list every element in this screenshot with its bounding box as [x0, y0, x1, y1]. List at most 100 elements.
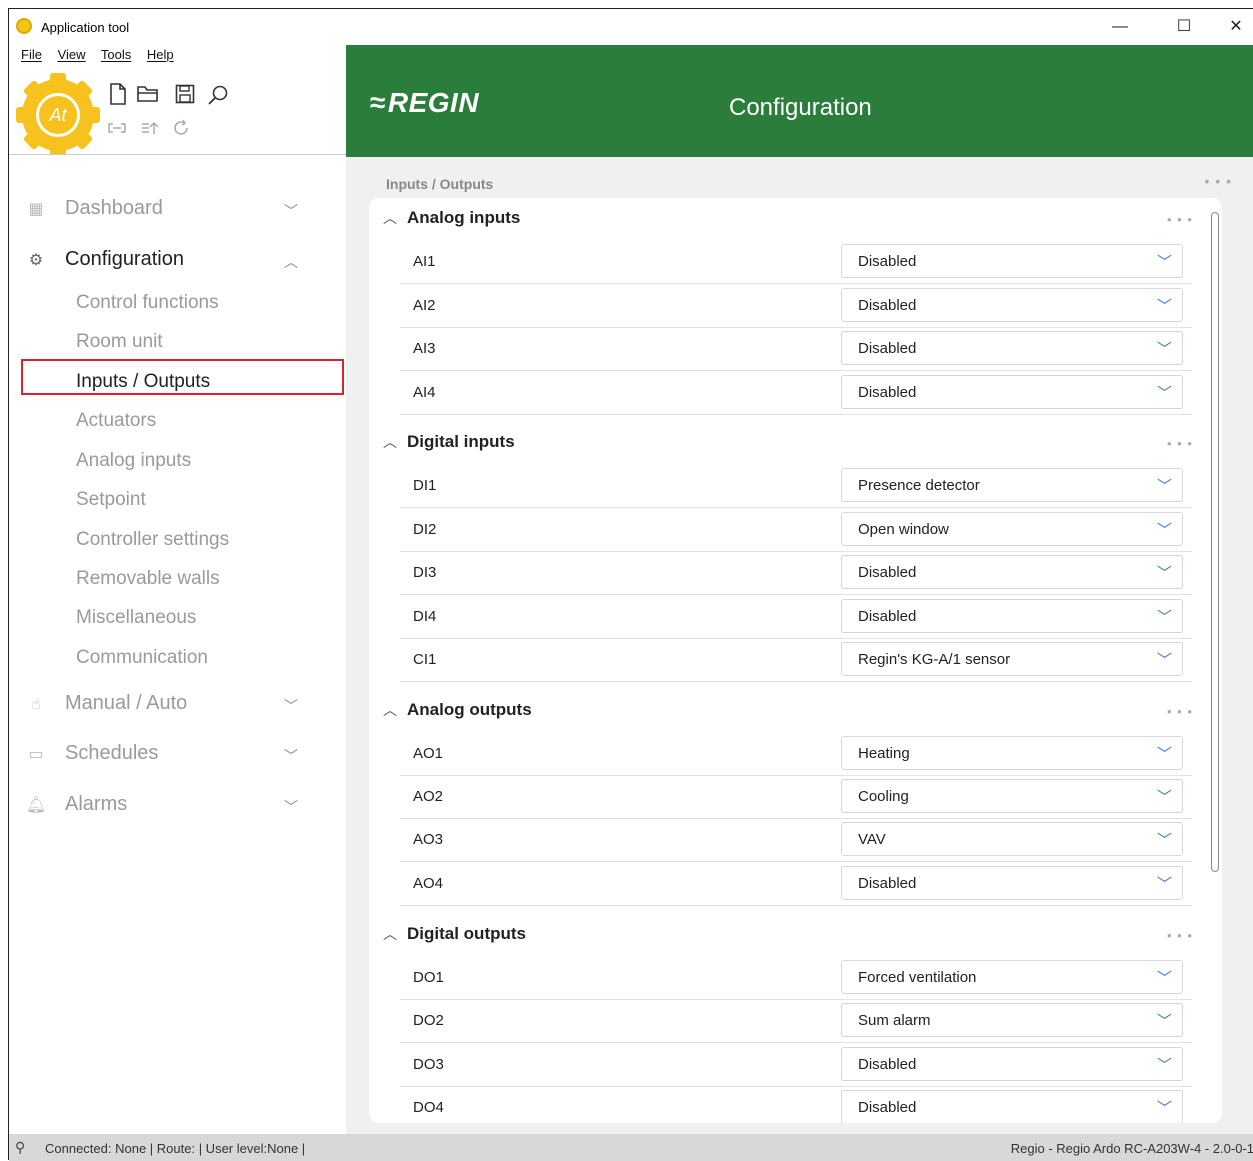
sidebar-item-communication[interactable]: Communication: [76, 647, 208, 669]
table-row: AO1 Heating ﹀: [400, 732, 1192, 776]
io-select[interactable]: Forced ventilation ﹀: [841, 960, 1183, 994]
section-header[interactable]: ︿ Analog inputs: [383, 208, 520, 228]
scrollbar[interactable]: [1211, 212, 1219, 872]
open-folder-icon[interactable]: [137, 85, 159, 109]
io-select[interactable]: VAV ﹀: [841, 822, 1183, 856]
io-select[interactable]: Disabled ﹀: [841, 1047, 1183, 1081]
chevron-down-icon: ﹀: [1156, 522, 1172, 539]
table-row: DO3 Disabled ﹀: [400, 1043, 1192, 1087]
io-card: ︿ Analog inputs • • • AI1 Disabled ﹀ AI2 Di…: [369, 198, 1222, 1123]
io-select[interactable]: Disabled ﹀: [841, 331, 1183, 365]
chevron-down-icon: ﹀: [1156, 1013, 1172, 1030]
io-select[interactable]: Disabled ﹀: [841, 244, 1183, 278]
nav-schedules[interactable]: ▭ Schedules: [25, 742, 158, 765]
table-row: DI1 Presence detector ﹀: [400, 464, 1192, 508]
io-select[interactable]: Disabled ﹀: [841, 599, 1183, 633]
more-options-icon[interactable]: • • •: [1167, 212, 1193, 227]
nav-manual-auto[interactable]: ☝ Manual / Auto: [25, 692, 187, 715]
io-select[interactable]: Presence detector ﹀: [841, 468, 1183, 502]
nav-dashboard[interactable]: ▦ Dashboard: [25, 197, 162, 220]
save-icon[interactable]: [175, 84, 195, 110]
chevron-down-icon: ﹀: [1156, 876, 1172, 893]
menu-tools[interactable]: Tools: [101, 47, 131, 62]
window-title: Application tool: [41, 20, 130, 35]
table-row: AI3 Disabled ﹀: [400, 327, 1192, 371]
chevron-up-icon: ︿: [383, 926, 397, 942]
breadcrumb: Inputs / Outputs: [386, 176, 494, 192]
table-row: DI2 Open window ﹀: [400, 508, 1192, 552]
menu-help[interactable]: Help: [147, 47, 174, 62]
table-row: AO3 VAV ﹀: [400, 818, 1192, 862]
upload-icon[interactable]: [141, 120, 159, 141]
io-select[interactable]: Disabled ﹀: [841, 555, 1183, 589]
menu-view[interactable]: View: [58, 47, 86, 62]
io-select[interactable]: Open window ﹀: [841, 512, 1183, 546]
maximize-button[interactable]: ☐: [1169, 15, 1199, 39]
chevron-down-icon[interactable]: ﹀: [284, 797, 298, 817]
more-options-icon[interactable]: • • •: [1167, 704, 1193, 719]
io-select[interactable]: Heating ﹀: [841, 736, 1183, 770]
new-file-icon[interactable]: [109, 83, 127, 111]
table-row: CI1 Regin's KG-A/1 sensor ﹀: [400, 638, 1192, 682]
more-options-icon[interactable]: • • •: [1205, 173, 1232, 189]
sidebar-item-miscellaneous[interactable]: Miscellaneous: [76, 607, 196, 629]
sidebar-item-control-functions[interactable]: Control functions: [76, 292, 219, 314]
io-select[interactable]: Cooling ﹀: [841, 779, 1183, 813]
section-header[interactable]: ︿ Analog outputs: [383, 700, 532, 720]
plug-icon: ⚲: [15, 1139, 26, 1155]
chevron-down-icon[interactable]: ﹀: [284, 746, 298, 766]
gear-icon: ⚙: [28, 251, 44, 269]
refresh-icon[interactable]: [172, 119, 190, 142]
chevron-down-icon: ﹀: [1156, 341, 1172, 358]
sidebar-item-actuators[interactable]: Actuators: [76, 410, 156, 432]
sidebar-item-setpoint[interactable]: Setpoint: [76, 489, 146, 511]
section-header[interactable]: ︿ Digital outputs: [383, 924, 526, 944]
nav-alarms[interactable]: 🔔︎ Alarms: [25, 793, 127, 816]
chevron-down-icon[interactable]: ﹀: [284, 201, 298, 221]
chevron-down-icon: ﹀: [1156, 1057, 1172, 1074]
io-select[interactable]: Disabled ﹀: [841, 866, 1183, 900]
io-select[interactable]: Disabled ﹀: [841, 1090, 1183, 1123]
io-select[interactable]: Sum alarm ﹀: [841, 1003, 1183, 1037]
chevron-down-icon: ﹀: [1156, 789, 1172, 806]
chevron-down-icon[interactable]: ﹀: [284, 696, 298, 716]
chevron-down-icon: ﹀: [1156, 385, 1172, 402]
sidebar-item-removable-walls[interactable]: Removable walls: [76, 568, 220, 590]
app-window: Application tool — ☐ ✕ File View Tools H…: [8, 8, 1253, 1161]
menu-file[interactable]: File: [21, 47, 42, 62]
minimize-button[interactable]: —: [1105, 15, 1135, 39]
chevron-down-icon: ﹀: [1156, 652, 1172, 669]
io-select[interactable]: Disabled ﹀: [841, 375, 1183, 409]
chevron-down-icon: ﹀: [1156, 254, 1172, 271]
chevron-up-icon[interactable]: ︿: [284, 252, 298, 272]
menu-bar: File View Tools Help: [21, 47, 186, 62]
chevron-up-icon: ︿: [383, 702, 397, 718]
connect-icon[interactable]: [107, 121, 127, 140]
chevron-down-icon: ﹀: [1156, 1100, 1172, 1117]
hand-icon: ☝: [31, 695, 41, 713]
nav-configuration[interactable]: ⚙ Configuration: [25, 248, 184, 271]
page-title: Configuration: [729, 94, 872, 121]
table-row: DI3 Disabled ﹀: [400, 551, 1192, 595]
sidebar-item-controller-settings[interactable]: Controller settings: [76, 529, 229, 551]
io-select[interactable]: Disabled ﹀: [841, 288, 1183, 322]
calendar-icon: ▭: [28, 745, 44, 763]
more-options-icon[interactable]: • • •: [1167, 436, 1193, 451]
io-select[interactable]: Regin's KG-A/1 sensor ﹀: [841, 642, 1183, 676]
search-icon[interactable]: [207, 84, 229, 112]
table-row: AI1 Disabled ﹀: [400, 240, 1192, 284]
sidebar-item-room-unit[interactable]: Room unit: [76, 331, 163, 353]
section-header[interactable]: ︿ Digital inputs: [383, 432, 515, 452]
table-row: DO2 Sum alarm ﹀: [400, 999, 1192, 1043]
more-options-icon[interactable]: • • •: [1167, 928, 1193, 943]
sidebar-item-analog-inputs[interactable]: Analog inputs: [76, 450, 191, 472]
app-logo: At: [16, 73, 100, 157]
connection-status: Connected: None | Route: | User level:No…: [45, 1141, 306, 1156]
sidebar: ▦ Dashboard ﹀ ⚙ Configuration ︿ Control …: [9, 154, 346, 1134]
title-bar: Application tool — ☐ ✕: [9, 9, 1253, 41]
table-row: AI4 Disabled ﹀: [400, 371, 1192, 415]
table-row: DO1 Forced ventilation ﹀: [400, 956, 1192, 1000]
chevron-down-icon: ﹀: [1156, 565, 1172, 582]
status-bar: ⚲ Connected: None | Route: | User level:…: [9, 1134, 1253, 1161]
close-button[interactable]: ✕: [1221, 15, 1251, 39]
